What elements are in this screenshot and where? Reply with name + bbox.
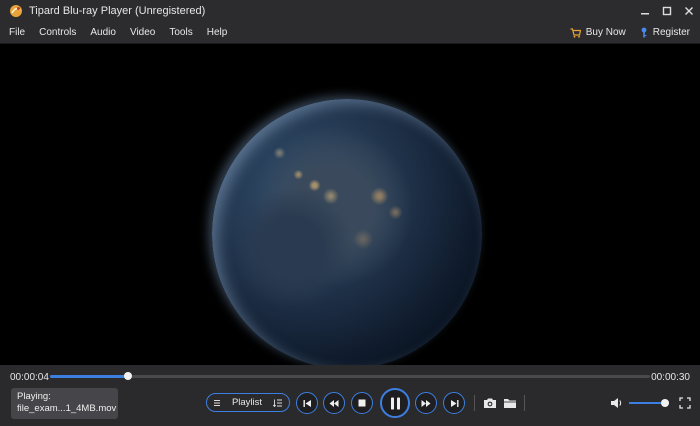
now-playing-box: Playing: file_exam...1_4MB.mov	[11, 388, 118, 419]
playlist-label: Playlist	[231, 397, 263, 408]
volume-slider[interactable]	[629, 399, 669, 407]
title-bar: Tipard Blu-ray Player (Unregistered)	[0, 0, 700, 22]
folder-icon	[504, 399, 516, 408]
control-panel: 00:00:04 00:00:30 Playing: file_exam...1…	[0, 365, 700, 426]
total-time: 00:00:30	[651, 372, 690, 383]
now-playing-file: file_exam...1_4MB.mov	[17, 403, 117, 414]
key-icon	[641, 27, 647, 38]
playlist-button[interactable]: Playlist	[206, 393, 290, 412]
pause-icon	[390, 397, 400, 409]
close-button[interactable]	[678, 0, 700, 22]
cart-icon	[570, 27, 581, 38]
camera-icon	[484, 398, 496, 408]
maximize-button[interactable]	[656, 0, 678, 22]
menu-help[interactable]: Help	[200, 27, 235, 38]
now-playing-label: Playing:	[17, 391, 51, 402]
list-icon	[214, 399, 220, 406]
fullscreen-button[interactable]	[678, 396, 692, 410]
previous-button[interactable]	[296, 392, 318, 414]
app-logo-icon	[10, 5, 22, 17]
seek-handle[interactable]	[124, 372, 132, 380]
register-label: Register	[652, 27, 690, 38]
menu-audio[interactable]: Audio	[83, 27, 123, 38]
skip-previous-icon	[303, 399, 311, 407]
fast-forward-button[interactable]	[415, 392, 437, 414]
video-frame-earth	[212, 99, 482, 365]
close-icon	[685, 7, 693, 15]
menu-file[interactable]: File	[0, 27, 32, 38]
volume-handle[interactable]	[661, 399, 669, 407]
menu-controls[interactable]: Controls	[32, 27, 83, 38]
minimize-icon	[641, 13, 649, 15]
playlist-sort-icon	[273, 399, 282, 407]
menu-tools[interactable]: Tools	[162, 27, 199, 38]
stop-button[interactable]	[351, 392, 373, 414]
stop-icon	[358, 399, 366, 407]
fullscreen-icon	[679, 397, 691, 409]
rewind-button[interactable]	[323, 392, 345, 414]
mute-button[interactable]	[610, 396, 624, 410]
open-file-button[interactable]	[503, 396, 517, 410]
next-button[interactable]	[443, 392, 465, 414]
minimize-button[interactable]	[634, 0, 656, 22]
toolbar-divider	[524, 395, 525, 411]
pause-button[interactable]	[380, 388, 410, 418]
menu-video[interactable]: Video	[123, 27, 162, 38]
seek-bar[interactable]	[50, 372, 650, 380]
maximize-icon	[662, 6, 672, 16]
window-title: Tipard Blu-ray Player (Unregistered)	[29, 5, 206, 17]
current-time: 00:00:04	[10, 372, 49, 383]
buy-now-label: Buy Now	[585, 27, 626, 38]
register-link[interactable]: Register	[640, 27, 690, 38]
rewind-icon	[329, 399, 339, 407]
volume-icon	[611, 398, 622, 408]
volume-fill	[629, 402, 665, 404]
buy-now-link[interactable]: Buy Now	[570, 27, 626, 38]
snapshot-button[interactable]	[483, 396, 497, 410]
seek-bar-fill	[50, 375, 128, 378]
fast-forward-icon	[421, 399, 431, 407]
video-display[interactable]	[0, 44, 700, 365]
toolbar-divider	[474, 395, 475, 411]
menu-bar: File Controls Audio Video Tools Help Buy…	[0, 22, 700, 44]
skip-next-icon	[450, 399, 458, 407]
